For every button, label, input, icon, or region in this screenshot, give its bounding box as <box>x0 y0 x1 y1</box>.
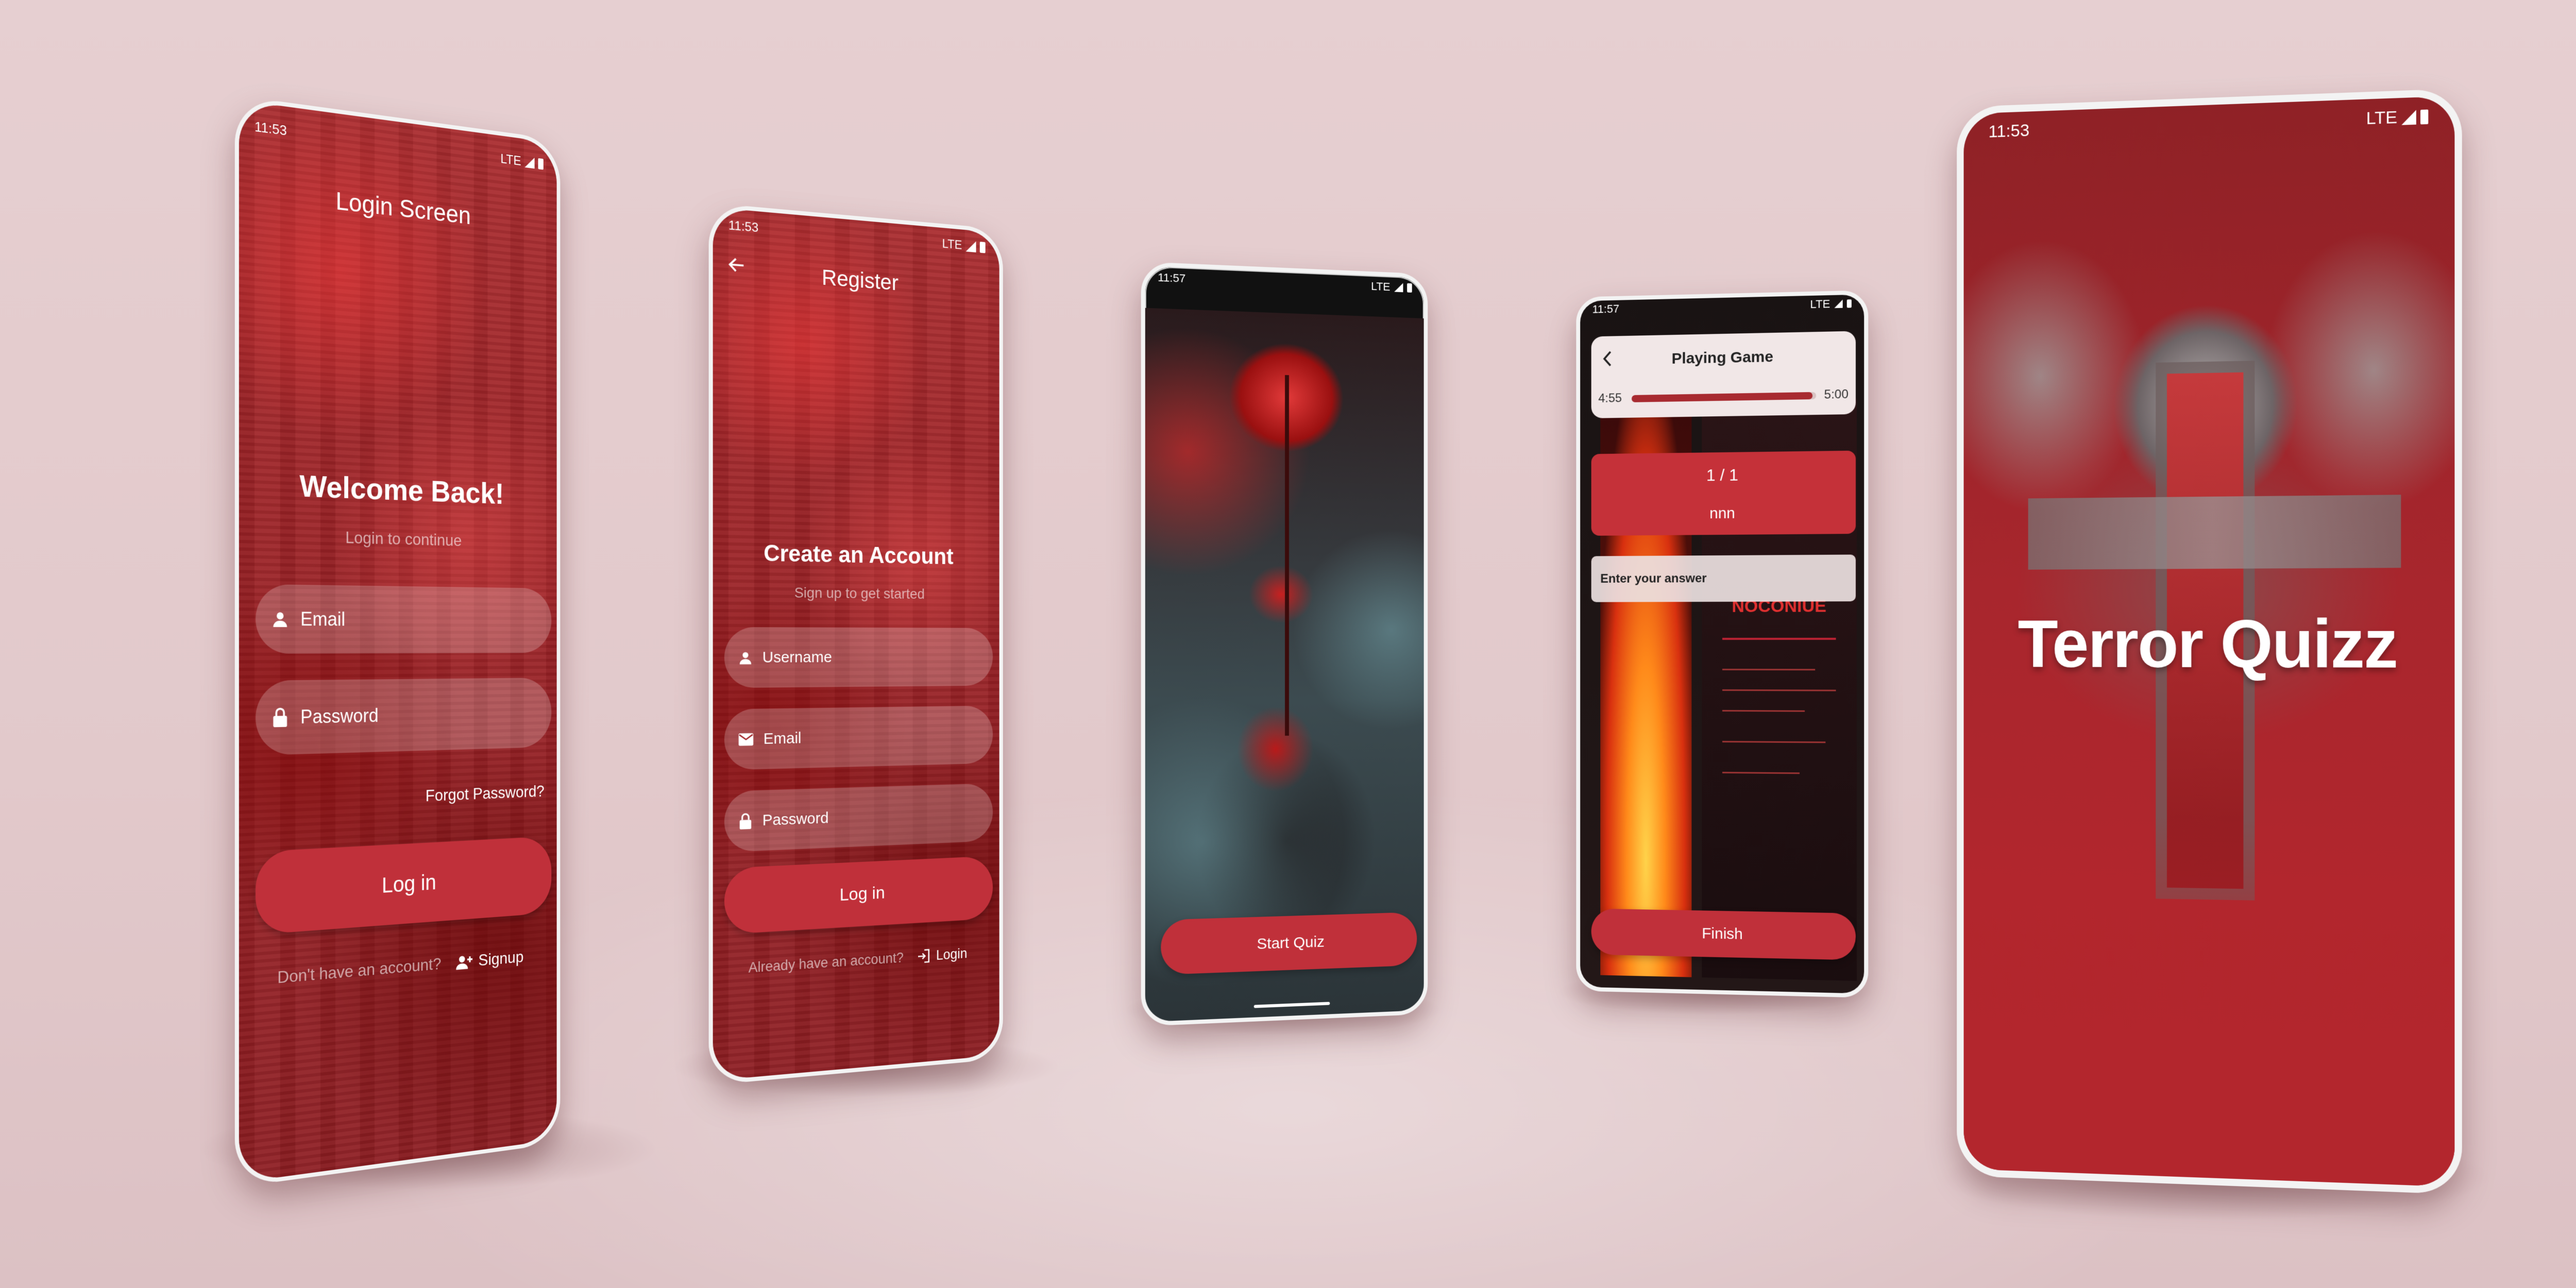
register-phone: 11:53 LTE Register Create an Account Sig… <box>709 203 1003 1086</box>
splash-phone: 11:53 LTE Terror Quizz <box>1957 89 2462 1195</box>
battery-icon <box>1847 299 1852 308</box>
person-add-icon <box>455 952 474 971</box>
password-placeholder: Password <box>762 809 829 829</box>
signal-icon <box>1834 300 1842 308</box>
question-text: nnn <box>1591 504 1856 524</box>
battery-icon <box>980 242 986 253</box>
email-field[interactable]: Email <box>256 584 551 654</box>
status-time: 11:53 <box>728 218 758 236</box>
person-icon <box>738 650 753 666</box>
email-placeholder: Email <box>300 608 345 630</box>
timer-total: 5:00 <box>1824 387 1849 402</box>
battery-icon <box>538 158 543 170</box>
battery-icon <box>2420 109 2428 124</box>
app-title: Terror Quizz <box>1964 604 2455 684</box>
password-placeholder: Password <box>300 705 379 728</box>
lock-icon <box>738 812 753 831</box>
signup-label: Signup <box>478 947 523 970</box>
email-field[interactable]: Email <box>724 706 993 770</box>
start-quiz-button[interactable]: Start Quiz <box>1161 912 1417 975</box>
login-phone: 11:53 LTE Login Screen Welcome Back! Log… <box>235 95 561 1188</box>
question-counter: 1 / 1 <box>1591 464 1856 486</box>
password-field[interactable]: Password <box>724 783 993 852</box>
status-time: 11:53 <box>1989 121 2030 142</box>
email-placeholder: Email <box>764 730 802 748</box>
game-header-card: Playing Game 4:55 5:00 <box>1591 331 1856 418</box>
signal-icon <box>1394 283 1403 292</box>
register-subtitle: Sign up to get started <box>713 583 999 603</box>
network-label: LTE <box>942 237 962 253</box>
network-label: LTE <box>2366 108 2398 129</box>
question-card: 1 / 1 nnn <box>1591 451 1856 536</box>
mail-icon <box>738 732 754 746</box>
password-field[interactable]: Password <box>256 677 551 755</box>
game-title: Playing Game <box>1591 347 1856 369</box>
login-link-label: Login <box>936 945 967 963</box>
finish-button[interactable]: Finish <box>1591 908 1856 960</box>
network-label: LTE <box>500 151 521 169</box>
timer-progress-track <box>1632 392 1816 402</box>
answer-input[interactable]: Enter your answer <box>1591 554 1856 602</box>
battery-icon <box>1407 283 1412 293</box>
person-icon <box>271 609 290 629</box>
lock-icon <box>271 707 290 728</box>
username-field[interactable]: Username <box>724 627 993 688</box>
signal-icon <box>2401 110 2416 125</box>
status-time: 11:57 <box>1158 270 1185 285</box>
signal-icon <box>966 241 976 252</box>
status-bar: 11:57 LTE <box>1145 270 1424 295</box>
signal-icon <box>524 156 534 168</box>
network-label: LTE <box>1810 297 1830 311</box>
network-label: LTE <box>1371 280 1390 294</box>
login-icon <box>916 947 931 965</box>
answer-placeholder: Enter your answer <box>1600 571 1706 586</box>
status-time: 11:57 <box>1592 302 1619 316</box>
timer-current: 4:55 <box>1598 391 1622 406</box>
username-placeholder: Username <box>762 649 832 667</box>
game-phone: NOCONIUE 11:57 LTE Playing Game 4:55 5:0… <box>1576 290 1868 998</box>
start-phone: 11:57 LTE Start Quiz <box>1141 262 1428 1026</box>
timer-progress-fill <box>1632 392 1812 402</box>
